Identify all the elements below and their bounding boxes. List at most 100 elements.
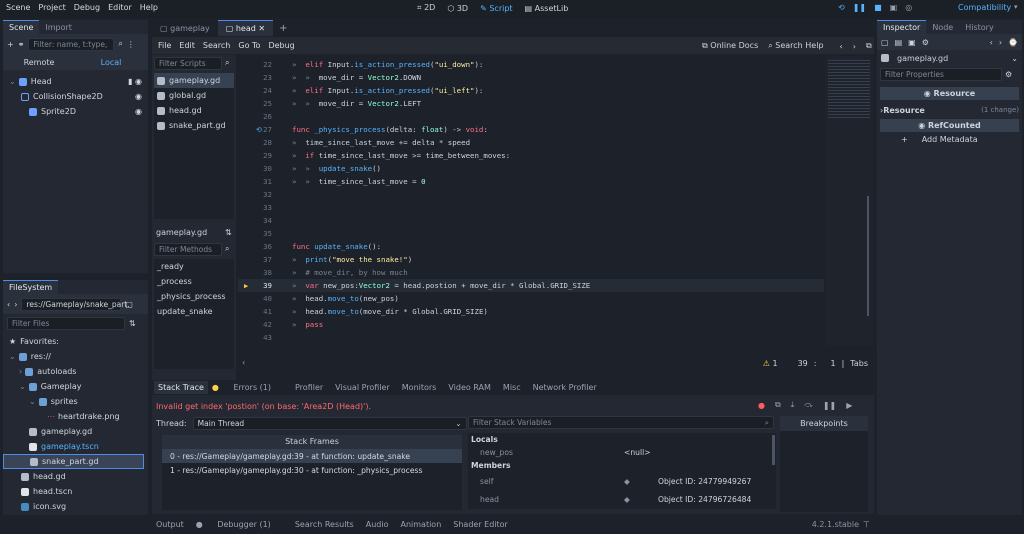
indent-mode[interactable]: Tabs — [850, 359, 868, 368]
folder-item-gameplay[interactable]: ⌄ Gameplay — [3, 379, 148, 394]
new-resource-icon[interactable]: ▢ — [881, 38, 889, 47]
code-line[interactable]: 28 » time_since_last_move += delta * spee… — [238, 136, 824, 149]
forward-icon[interactable]: › — [14, 300, 17, 309]
filter-files-input[interactable]: Filter Files — [7, 316, 125, 330]
variables-scrollbar[interactable] — [772, 435, 775, 465]
menu-file[interactable]: File — [154, 41, 175, 50]
var-head[interactable]: head ◆ Object ID: 24796726484 — [468, 490, 776, 508]
code-minimap[interactable] — [825, 56, 873, 346]
folder-item-res[interactable]: ⌄ res:// — [3, 349, 148, 364]
back-icon[interactable]: ‹ — [990, 38, 993, 47]
file-item-head-tscn[interactable]: head.tscn — [3, 484, 148, 499]
tab-misc[interactable]: Misc — [503, 383, 521, 392]
file-item-snake-part[interactable]: snake_part.gd — [3, 454, 144, 469]
break-icon[interactable]: ❚❚ — [823, 401, 836, 410]
folder-item-autoloads[interactable]: › autoloads — [3, 364, 148, 379]
var-self[interactable]: self ◆ Object ID: 24779949267 — [468, 472, 776, 490]
line-number[interactable]: 36 — [238, 242, 276, 251]
add-node-icon[interactable]: + — [7, 40, 14, 49]
code-line[interactable]: 35 — [238, 227, 824, 240]
code-scrollbar[interactable] — [867, 196, 869, 316]
filter-properties-input[interactable]: Filter Properties — [880, 68, 1002, 81]
method-item[interactable]: update_snake — [154, 304, 234, 319]
link-icon[interactable]: ⚭ — [18, 40, 25, 49]
tab-shader-editor[interactable]: Shader Editor — [453, 520, 508, 529]
method-item[interactable]: _physics_process — [154, 289, 234, 304]
method-item[interactable]: _process — [154, 274, 234, 289]
menu-edit[interactable]: Edit — [175, 41, 199, 50]
step-over-icon[interactable]: ⤼ — [804, 400, 813, 410]
tab-debugger[interactable]: ● Debugger (1) — [196, 520, 283, 529]
code-line[interactable]: 36 func update_snake(): — [238, 240, 824, 253]
online-docs-button[interactable]: ⧉ Online Docs — [702, 41, 758, 51]
line-number[interactable]: 37 — [238, 255, 276, 264]
search-help-button[interactable]: ⌕ Search Help — [768, 41, 823, 51]
menu-debug[interactable]: Debug — [70, 3, 104, 12]
code-line[interactable]: 29 » if time_since_last_move >= time_betw… — [238, 149, 824, 162]
code-line[interactable]: 24 » elif Input.is_action_pressed("ui_lef… — [238, 84, 824, 97]
line-number[interactable]: 26 — [238, 112, 276, 121]
line-number[interactable]: 42 — [238, 320, 276, 329]
code-line[interactable]: ▶ 39» var new_pos:Vector2 = head.postion … — [238, 279, 824, 292]
sort-icon[interactable]: ⇅ — [225, 228, 232, 237]
scene-filter-input[interactable]: Filter: name, t:type, — [28, 37, 115, 51]
code-line[interactable]: 34 — [238, 214, 824, 227]
forward-icon[interactable]: › — [999, 38, 1002, 47]
file-item-icon-svg[interactable]: icon.svg — [3, 499, 148, 514]
path-field[interactable]: res://Gameplay/snake_part. — [21, 297, 130, 311]
override-icon[interactable]: ⟲ — [256, 126, 262, 134]
tree-node-sprite2d[interactable]: Sprite2D ◉ — [3, 104, 148, 119]
tab-audio[interactable]: Audio — [366, 520, 389, 529]
prev-script-icon[interactable]: ‹ — [840, 42, 843, 51]
code-line[interactable]: 33 — [238, 201, 824, 214]
tab-output[interactable]: Output — [156, 520, 184, 529]
menu-scene[interactable]: Scene — [2, 3, 34, 12]
tree-node-collisionshape2d[interactable]: CollisionShape2D ◉ — [3, 89, 148, 104]
open-icon[interactable]: ▤ — [895, 38, 903, 47]
inspected-object[interactable]: gameplay.gd — [897, 54, 948, 63]
copy-icon[interactable]: ⧉ — [775, 400, 781, 410]
file-item-head-gd[interactable]: head.gd — [3, 469, 148, 484]
tab-scene[interactable]: Scene — [3, 20, 40, 34]
code-line[interactable]: 22 » elif Input.is_action_pressed("ui_dow… — [238, 58, 824, 71]
tab-stack-trace[interactable]: Stack Trace — [154, 381, 208, 394]
reload-icon[interactable]: ⟲ — [838, 3, 845, 12]
tab-errors[interactable]: ● Errors (1) — [212, 383, 283, 392]
menu-editor[interactable]: Editor — [104, 3, 136, 12]
tab-filesystem[interactable]: FileSystem — [3, 280, 59, 294]
line-number[interactable]: 43 — [238, 333, 276, 342]
line-number[interactable]: 30 — [238, 164, 276, 173]
menu-search[interactable]: Search — [199, 41, 234, 50]
warning-badge[interactable]: ⚠ 1 — [763, 359, 778, 368]
remote-debug-icon[interactable]: ▣ — [890, 3, 898, 12]
code-line[interactable]: 37 » print("move the snake!") — [238, 253, 824, 266]
line-number[interactable]: 41 — [238, 307, 276, 316]
filter-stack-variables-input[interactable]: Filter Stack Variables ⌕ — [468, 416, 774, 429]
remote-button[interactable]: Remote — [3, 58, 75, 67]
movie-icon[interactable]: ◎ — [905, 3, 912, 12]
workspace-3d[interactable]: ⬡ 3D — [447, 4, 468, 13]
code-line[interactable]: 41 » head.move_to(move_dir * Global.GRID_… — [238, 305, 824, 318]
menu-debug-script[interactable]: Debug — [264, 41, 298, 50]
chevron-down-icon[interactable]: ▾ — [1014, 3, 1018, 11]
var-new-pos[interactable]: new_pos <null> — [468, 446, 776, 459]
float-icon[interactable]: ⧉ — [866, 41, 872, 51]
add-metadata-button[interactable]: + Add Metadata — [901, 135, 998, 144]
code-line[interactable]: 32 — [238, 188, 824, 201]
split-icon[interactable]: ▢ — [125, 300, 133, 309]
script-item-global[interactable]: global.gd — [154, 88, 234, 103]
file-item-heartdrake[interactable]: ⋯ heartdrake.png — [3, 409, 148, 424]
tab-history[interactable]: History — [959, 21, 999, 34]
tab-video-ram[interactable]: Video RAM — [448, 383, 491, 392]
tab-import[interactable]: Import — [39, 21, 78, 34]
tab-inspector[interactable]: Inspector — [877, 20, 927, 34]
folder-item-sprites[interactable]: ⌄ sprites — [3, 394, 148, 409]
resource-section[interactable]: › Resource (1 change) — [880, 104, 1019, 116]
line-number[interactable]: 35 — [238, 229, 276, 238]
pause-icon[interactable]: ❚❚ — [853, 3, 866, 12]
record-icon[interactable]: ● — [758, 401, 765, 410]
stack-frame-0[interactable]: 0 - res://Gameplay/gameplay.gd:39 - at f… — [162, 449, 462, 463]
tab-gameplay[interactable]: ▢ gameplay — [152, 21, 218, 36]
code-line[interactable]: 26 — [238, 110, 824, 123]
code-line[interactable]: 30 » » update_snake() — [238, 162, 824, 175]
